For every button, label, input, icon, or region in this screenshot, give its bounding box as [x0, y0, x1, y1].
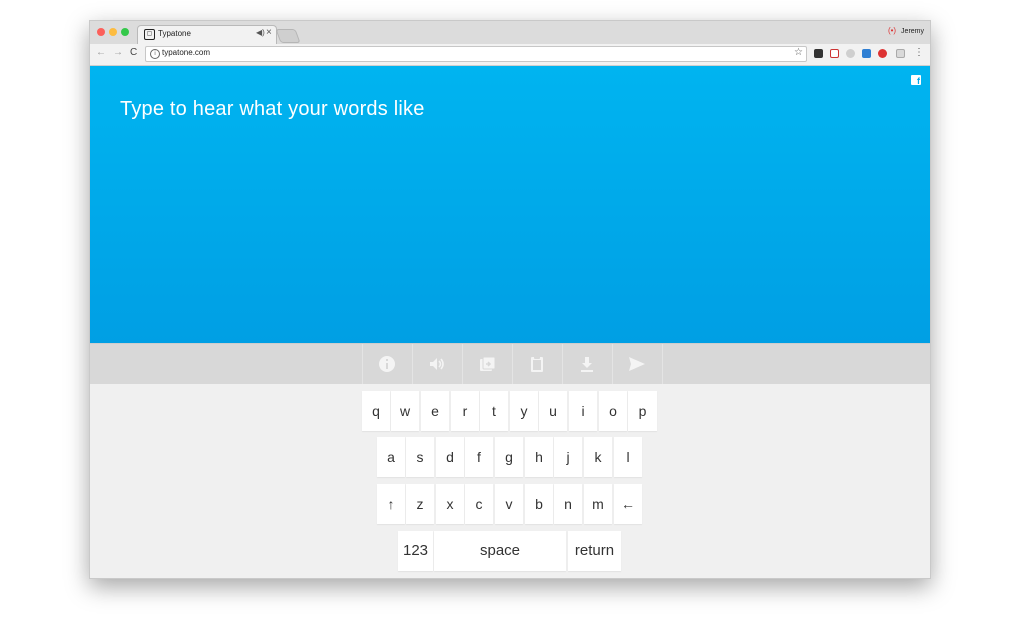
- new-tab-button[interactable]: [275, 29, 301, 43]
- sound-icon: [430, 358, 444, 370]
- extension-6-icon[interactable]: [896, 49, 905, 58]
- key-y[interactable]: y: [510, 391, 538, 431]
- key-u[interactable]: u: [539, 391, 567, 431]
- key-a[interactable]: a: [377, 437, 405, 477]
- key-p[interactable]: p: [628, 391, 657, 431]
- clipboard-button[interactable]: [512, 344, 562, 385]
- key-s[interactable]: s: [406, 437, 434, 477]
- hero-title: Type to hear what your words like: [120, 98, 425, 120]
- reload-button[interactable]: C: [130, 47, 137, 58]
- profile-icon: (•): [887, 26, 897, 35]
- tab-title: Typatone: [158, 29, 191, 38]
- title-bar: ▢ Typatone ◀) × (•) Jeremy: [90, 21, 930, 44]
- action-bar: [90, 343, 930, 385]
- bookmark-star-icon[interactable]: ☆: [794, 47, 803, 58]
- key-b[interactable]: b: [525, 484, 553, 524]
- send-icon: [629, 357, 645, 371]
- extension-3-icon[interactable]: [846, 49, 855, 58]
- download-button[interactable]: [562, 344, 612, 385]
- clipboard-icon: [531, 356, 543, 372]
- key-d[interactable]: d: [436, 437, 464, 477]
- address-bar[interactable]: i typatone.com ☆: [145, 46, 807, 62]
- browser-menu-icon[interactable]: ⋮: [914, 47, 924, 58]
- key-o[interactable]: o: [599, 391, 627, 431]
- key-l[interactable]: l: [614, 437, 642, 477]
- info-icon: [379, 356, 395, 372]
- back-button[interactable]: ←: [96, 47, 106, 58]
- extension-4-icon[interactable]: [862, 49, 871, 58]
- key-return[interactable]: return: [568, 531, 621, 571]
- profile-name: Jeremy: [901, 28, 924, 35]
- shuffle-button[interactable]: [462, 344, 512, 385]
- send-button[interactable]: [612, 344, 663, 385]
- window-close-button[interactable]: [97, 28, 105, 36]
- text-area[interactable]: Type to hear what your words like f: [90, 66, 930, 343]
- window-minimize-button[interactable]: [109, 28, 117, 36]
- extension-5-icon[interactable]: [878, 49, 887, 58]
- sound-button[interactable]: [412, 344, 462, 385]
- forward-button[interactable]: →: [113, 47, 123, 58]
- key-q[interactable]: q: [362, 391, 390, 431]
- key-backspace[interactable]: ←: [614, 484, 642, 524]
- download-icon: [581, 357, 593, 372]
- tab-close-icon[interactable]: ×: [266, 27, 272, 38]
- key-n[interactable]: n: [554, 484, 582, 524]
- key-numbers[interactable]: 123: [398, 531, 433, 571]
- info-button[interactable]: [362, 344, 412, 385]
- browser-toolbar: ← → C i typatone.com ☆ ⋮: [90, 44, 930, 66]
- key-space[interactable]: space: [434, 531, 566, 571]
- key-z[interactable]: z: [406, 484, 434, 524]
- key-w[interactable]: w: [391, 391, 419, 431]
- browser-tab[interactable]: ▢ Typatone ◀) ×: [137, 25, 277, 44]
- key-c[interactable]: c: [465, 484, 493, 524]
- key-shift[interactable]: ↑: [377, 484, 405, 524]
- window-maximize-button[interactable]: [121, 28, 129, 36]
- key-t[interactable]: t: [480, 391, 508, 431]
- speaker-icon[interactable]: ◀): [256, 28, 265, 37]
- key-k[interactable]: k: [584, 437, 612, 477]
- key-g[interactable]: g: [495, 437, 523, 477]
- keyboard: q w e r t y u i o p a s d f g h j k l ↑ …: [90, 384, 930, 578]
- facebook-icon[interactable]: f: [911, 75, 921, 86]
- shuffle-icon: [480, 356, 496, 371]
- key-v[interactable]: v: [495, 484, 523, 524]
- key-r[interactable]: r: [451, 391, 479, 431]
- typatone-favicon-icon: ▢: [144, 29, 155, 40]
- site-info-icon[interactable]: i: [150, 49, 160, 59]
- key-h[interactable]: h: [525, 437, 553, 477]
- page-content: Type to hear what your words like f q w …: [90, 66, 930, 578]
- browser-window: ▢ Typatone ◀) × (•) Jeremy ← → C i typat…: [89, 20, 931, 579]
- key-e[interactable]: e: [421, 391, 449, 431]
- key-m[interactable]: m: [584, 484, 612, 524]
- key-x[interactable]: x: [436, 484, 464, 524]
- key-f[interactable]: f: [465, 437, 493, 477]
- key-j[interactable]: j: [554, 437, 582, 477]
- url-text[interactable]: typatone.com: [162, 48, 210, 57]
- extension-2-icon[interactable]: [830, 49, 839, 58]
- profile-button[interactable]: (•) Jeremy: [888, 26, 924, 35]
- key-i[interactable]: i: [569, 391, 597, 431]
- extension-1-icon[interactable]: [814, 49, 823, 58]
